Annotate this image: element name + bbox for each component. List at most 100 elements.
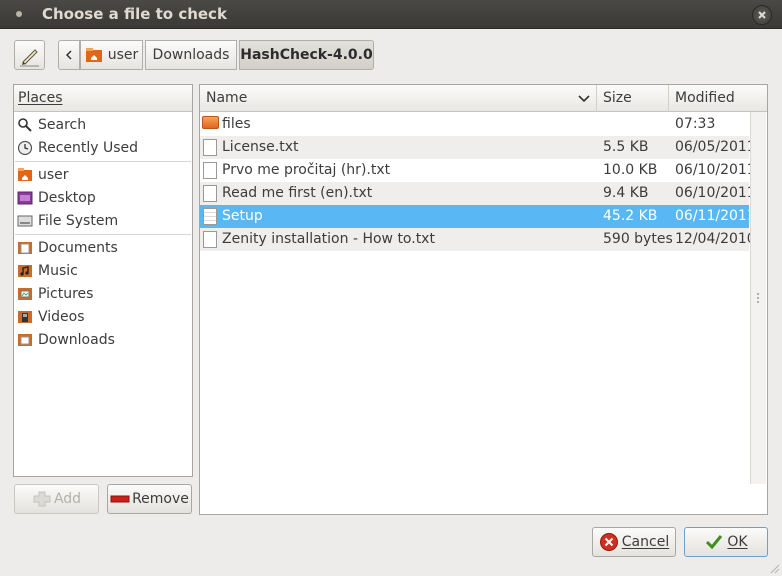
add-label: Add	[53, 491, 82, 507]
file-row-readme[interactable]: Read me first (en).txt 9.4 KB 06/10/2011	[200, 182, 756, 205]
remove-bookmark-button[interactable]: Remove	[107, 484, 192, 514]
place-label: Recently Used	[38, 139, 139, 156]
place-label: File System	[38, 212, 119, 229]
places-header-label: Places	[18, 90, 63, 106]
drive-icon	[17, 215, 33, 226]
home-folder-icon	[85, 48, 102, 62]
desktop-icon	[17, 191, 33, 204]
place-label: user	[38, 166, 69, 183]
path-segment-user[interactable]: user	[80, 40, 143, 70]
file-name: Setup	[222, 208, 263, 224]
place-label: Downloads	[38, 331, 115, 348]
file-modified: 06/11/2011	[675, 208, 756, 224]
place-desktop[interactable]: Desktop	[14, 186, 191, 209]
place-documents[interactable]: Documents	[14, 236, 191, 259]
folder-videos-icon	[18, 310, 32, 323]
place-label: Search	[38, 116, 87, 133]
home-folder-icon	[18, 167, 32, 181]
remove-label: Remove	[132, 491, 189, 507]
cancel-icon	[599, 533, 618, 551]
column-size[interactable]: Size	[597, 85, 669, 112]
type-location-button[interactable]	[14, 40, 45, 70]
chevron-left-icon	[65, 50, 72, 60]
column-modified[interactable]: Modified	[669, 85, 749, 112]
file-list: Name Size Modified files 07:33 License.t…	[199, 84, 768, 515]
column-size-label: Size	[603, 90, 632, 106]
sort-descending-icon	[578, 95, 590, 103]
cancel-label: Cancel	[621, 534, 670, 550]
place-videos[interactable]: Videos	[14, 305, 191, 328]
column-name[interactable]: Name	[200, 85, 597, 112]
search-icon	[18, 117, 32, 132]
clock-icon	[17, 140, 33, 155]
minus-icon	[110, 495, 130, 503]
folder-icon	[202, 116, 219, 129]
places-header[interactable]: Places	[14, 85, 192, 112]
close-button[interactable]	[752, 5, 772, 25]
place-label: Videos	[38, 308, 85, 325]
place-downloads[interactable]: Downloads	[14, 328, 191, 351]
text-file-icon	[203, 162, 217, 179]
place-file-system[interactable]: File System	[14, 209, 191, 232]
place-search[interactable]: Search	[14, 113, 191, 136]
scroll-grip-icon	[757, 293, 759, 303]
add-bookmark-button[interactable]: Add	[14, 484, 99, 514]
places-separator	[15, 161, 191, 162]
path-segment-label: user	[107, 47, 139, 63]
places-separator	[15, 234, 191, 235]
place-pictures[interactable]: Pictures	[14, 282, 191, 305]
path-segment-label: HashCheck-4.0.0	[240, 47, 373, 63]
path-segment-current[interactable]: HashCheck-4.0.0	[239, 40, 374, 70]
file-modified: 06/10/2011	[675, 185, 756, 201]
file-row-setup[interactable]: Setup 45.2 KB 06/11/2011	[200, 205, 756, 228]
column-name-label: Name	[206, 90, 248, 106]
file-list-header: Name Size Modified	[200, 85, 767, 112]
ok-button[interactable]: OK	[684, 527, 768, 557]
path-segment-downloads[interactable]: Downloads	[145, 40, 237, 70]
close-icon	[758, 11, 766, 19]
place-user[interactable]: user	[14, 163, 191, 186]
file-size: 45.2 KB	[603, 208, 658, 224]
file-name: Zenity installation - How to.txt	[222, 231, 435, 247]
file-row-prvo[interactable]: Prvo me pročitaj (hr).txt 10.0 KB 06/10/…	[200, 159, 756, 182]
file-row-license[interactable]: License.txt 5.5 KB 06/05/2011	[200, 136, 756, 159]
place-recently-used[interactable]: Recently Used	[14, 136, 191, 159]
title-bar: Choose a file to check	[0, 0, 782, 29]
folder-music-icon	[18, 264, 32, 277]
executable-file-icon	[203, 208, 217, 225]
file-row-files[interactable]: files 07:33	[200, 113, 749, 136]
resize-grip-icon[interactable]	[768, 562, 780, 574]
folder-pictures-icon	[18, 287, 32, 300]
file-size: 10.0 KB	[603, 162, 658, 178]
file-name: Prvo me pročitaj (hr).txt	[222, 162, 391, 178]
vertical-scrollbar[interactable]	[750, 112, 766, 484]
file-size: 5.5 KB	[603, 139, 649, 155]
window-title: Choose a file to check	[42, 5, 227, 23]
place-label: Documents	[38, 239, 118, 256]
window-menu-icon[interactable]	[13, 8, 25, 20]
column-modified-label: Modified	[675, 90, 735, 106]
file-modified: 12/04/2010	[675, 231, 756, 247]
folder-documents-icon	[18, 241, 32, 254]
file-modified: 07:33	[675, 116, 716, 132]
file-modified: 06/10/2011	[675, 162, 756, 178]
plus-icon	[33, 491, 51, 507]
file-modified: 06/05/2011	[675, 139, 756, 155]
cancel-button[interactable]: Cancel	[592, 527, 676, 557]
text-file-icon	[203, 185, 217, 202]
file-row-zenity[interactable]: Zenity installation - How to.txt 590 byt…	[200, 228, 756, 251]
ok-label: OK	[727, 534, 748, 550]
path-back-button[interactable]	[58, 40, 80, 70]
file-name: License.txt	[222, 139, 299, 155]
file-size: 9.4 KB	[603, 185, 649, 201]
places-pane: Places Search Recently Used user Desktop…	[13, 84, 193, 477]
file-name: Read me first (en).txt	[222, 185, 373, 201]
checkmark-icon	[706, 535, 723, 550]
text-file-icon	[203, 139, 217, 156]
place-music[interactable]: Music	[14, 259, 191, 282]
file-size: 590 bytes	[603, 231, 673, 247]
folder-downloads-icon	[18, 333, 32, 346]
file-name: files	[222, 116, 251, 132]
pencil-icon	[20, 49, 39, 67]
place-label: Desktop	[38, 189, 96, 206]
